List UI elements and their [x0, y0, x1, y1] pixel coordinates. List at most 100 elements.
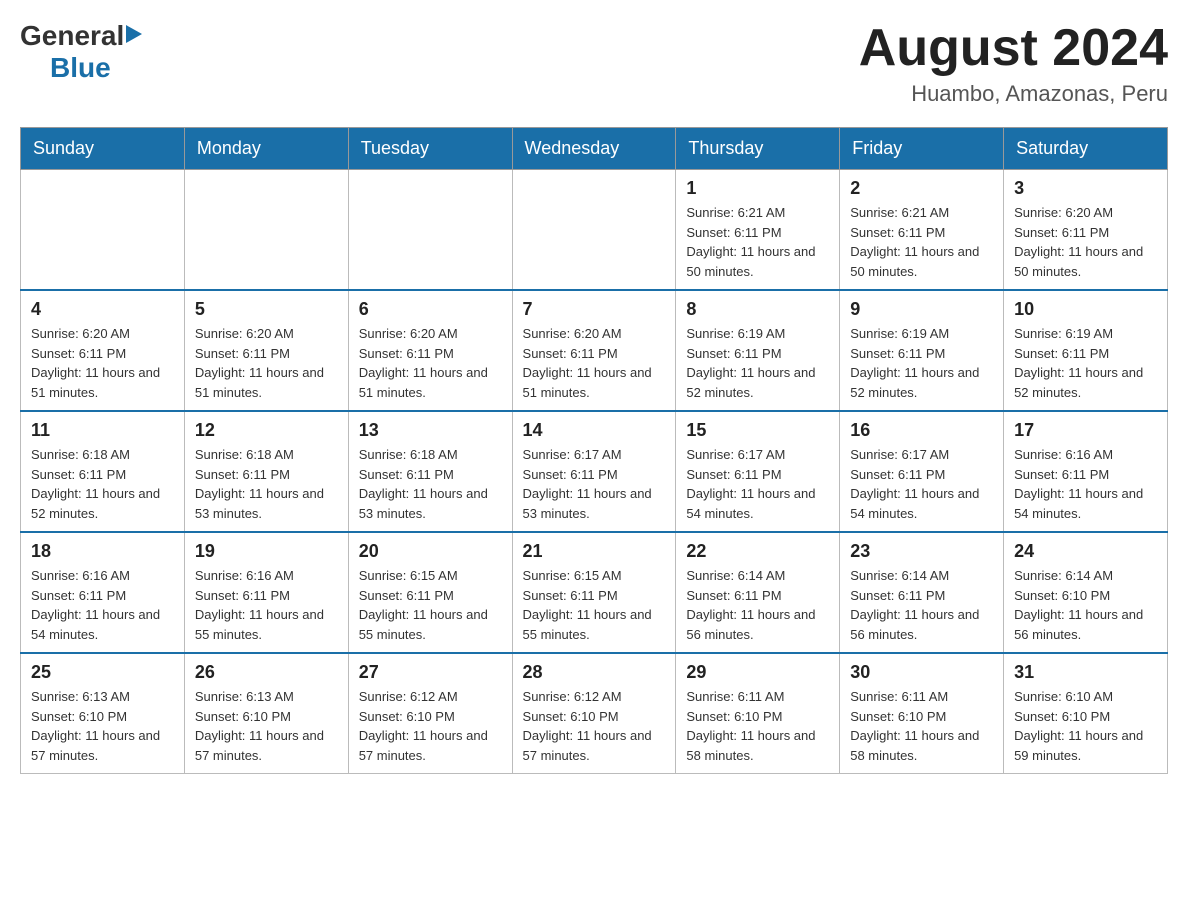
day-number: 26 — [195, 662, 338, 683]
day-number: 9 — [850, 299, 993, 320]
table-row: 22 Sunrise: 6:14 AMSunset: 6:11 PMDayligh… — [676, 532, 840, 653]
table-row: 19Sunrise: 6:16 AMSunset: 6:11 PMDayligh… — [184, 532, 348, 653]
day-number: 15 — [686, 420, 829, 441]
day-info: Sunrise: 6:15 AMSunset: 6:11 PMDaylight:… — [523, 566, 666, 644]
table-row: 2 Sunrise: 6:21 AMSunset: 6:11 PMDaylight… — [840, 170, 1004, 291]
day-number: 4 — [31, 299, 174, 320]
day-info: Sunrise: 6:14 AMSunset: 6:10 PMDaylight:… — [1014, 566, 1157, 644]
location-subtitle: Huambo, Amazonas, Peru — [859, 81, 1168, 107]
day-number: 30 — [850, 662, 993, 683]
page-header: General Blue August 2024 Huambo, Amazona… — [20, 20, 1168, 107]
day-number: 3 — [1014, 178, 1157, 199]
day-info: Sunrise: 6:20 AMSunset: 6:11 PMDaylight:… — [1014, 203, 1157, 281]
table-row: 28 Sunrise: 6:12 AMSunset: 6:10 PMDayligh… — [512, 653, 676, 774]
day-number: 2 — [850, 178, 993, 199]
day-number: 16 — [850, 420, 993, 441]
day-info: Sunrise: 6:18 AMSunset: 6:11 PMDaylight:… — [195, 445, 338, 523]
table-row — [348, 170, 512, 291]
calendar-week-row: 25 Sunrise: 6:13 AMSunset: 6:10 PMDayligh… — [21, 653, 1168, 774]
table-row — [184, 170, 348, 291]
col-thursday: Thursday — [676, 128, 840, 170]
month-year-title: August 2024 — [859, 20, 1168, 77]
table-row: 29 Sunrise: 6:11 AMSunset: 6:10 PMDayligh… — [676, 653, 840, 774]
day-info: Sunrise: 6:11 AMSunset: 6:10 PMDaylight:… — [686, 687, 829, 765]
day-info: Sunrise: 6:14 AMSunset: 6:11 PMDaylight:… — [850, 566, 993, 644]
calendar-week-row: 18 Sunrise: 6:16 AMSunset: 6:11 PMDayligh… — [21, 532, 1168, 653]
day-number: 6 — [359, 299, 502, 320]
table-row: 10Sunrise: 6:19 AMSunset: 6:11 PMDayligh… — [1004, 290, 1168, 411]
col-friday: Friday — [840, 128, 1004, 170]
logo-triangle-icon — [126, 23, 144, 45]
day-info: Sunrise: 6:16 AMSunset: 6:11 PMDaylight:… — [31, 566, 174, 644]
table-row: 27Sunrise: 6:12 AMSunset: 6:10 PMDayligh… — [348, 653, 512, 774]
col-sunday: Sunday — [21, 128, 185, 170]
day-info: Sunrise: 6:15 AMSunset: 6:11 PMDaylight:… — [359, 566, 502, 644]
day-number: 17 — [1014, 420, 1157, 441]
day-number: 11 — [31, 420, 174, 441]
table-row: 8 Sunrise: 6:19 AMSunset: 6:11 PMDaylight… — [676, 290, 840, 411]
col-saturday: Saturday — [1004, 128, 1168, 170]
table-row — [512, 170, 676, 291]
col-monday: Monday — [184, 128, 348, 170]
col-tuesday: Tuesday — [348, 128, 512, 170]
day-info: Sunrise: 6:14 AMSunset: 6:11 PMDaylight:… — [686, 566, 829, 644]
table-row: 24Sunrise: 6:14 AMSunset: 6:10 PMDayligh… — [1004, 532, 1168, 653]
table-row: 18 Sunrise: 6:16 AMSunset: 6:11 PMDayligh… — [21, 532, 185, 653]
logo: General Blue — [20, 20, 144, 84]
day-number: 27 — [359, 662, 502, 683]
table-row: 5Sunrise: 6:20 AMSunset: 6:11 PMDaylight… — [184, 290, 348, 411]
day-info: Sunrise: 6:19 AMSunset: 6:11 PMDaylight:… — [686, 324, 829, 402]
title-section: August 2024 Huambo, Amazonas, Peru — [859, 20, 1168, 107]
day-info: Sunrise: 6:20 AMSunset: 6:11 PMDaylight:… — [31, 324, 174, 402]
day-info: Sunrise: 6:13 AMSunset: 6:10 PMDaylight:… — [31, 687, 174, 765]
day-number: 1 — [686, 178, 829, 199]
table-row: 6 Sunrise: 6:20 AMSunset: 6:11 PMDaylight… — [348, 290, 512, 411]
calendar-week-row: 4 Sunrise: 6:20 AMSunset: 6:11 PMDaylight… — [21, 290, 1168, 411]
day-number: 10 — [1014, 299, 1157, 320]
day-info: Sunrise: 6:17 AMSunset: 6:11 PMDaylight:… — [523, 445, 666, 523]
table-row: 1 Sunrise: 6:21 AMSunset: 6:11 PMDaylight… — [676, 170, 840, 291]
table-row: 11 Sunrise: 6:18 AMSunset: 6:11 PMDayligh… — [21, 411, 185, 532]
day-number: 23 — [850, 541, 993, 562]
day-number: 18 — [31, 541, 174, 562]
day-info: Sunrise: 6:13 AMSunset: 6:10 PMDaylight:… — [195, 687, 338, 765]
table-row: 20 Sunrise: 6:15 AMSunset: 6:11 PMDayligh… — [348, 532, 512, 653]
day-info: Sunrise: 6:21 AMSunset: 6:11 PMDaylight:… — [850, 203, 993, 281]
day-number: 19 — [195, 541, 338, 562]
day-info: Sunrise: 6:10 AMSunset: 6:10 PMDaylight:… — [1014, 687, 1157, 765]
day-info: Sunrise: 6:20 AMSunset: 6:11 PMDaylight:… — [359, 324, 502, 402]
day-number: 12 — [195, 420, 338, 441]
day-number: 29 — [686, 662, 829, 683]
calendar-week-row: 1 Sunrise: 6:21 AMSunset: 6:11 PMDaylight… — [21, 170, 1168, 291]
table-row: 23 Sunrise: 6:14 AMSunset: 6:11 PMDayligh… — [840, 532, 1004, 653]
table-row: 15Sunrise: 6:17 AMSunset: 6:11 PMDayligh… — [676, 411, 840, 532]
table-row: 14 Sunrise: 6:17 AMSunset: 6:11 PMDayligh… — [512, 411, 676, 532]
day-number: 5 — [195, 299, 338, 320]
day-info: Sunrise: 6:12 AMSunset: 6:10 PMDaylight:… — [523, 687, 666, 765]
day-number: 22 — [686, 541, 829, 562]
day-info: Sunrise: 6:20 AMSunset: 6:11 PMDaylight:… — [523, 324, 666, 402]
day-info: Sunrise: 6:11 AMSunset: 6:10 PMDaylight:… — [850, 687, 993, 765]
calendar-header-row: Sunday Monday Tuesday Wednesday Thursday… — [21, 128, 1168, 170]
day-number: 28 — [523, 662, 666, 683]
table-row: 31 Sunrise: 6:10 AMSunset: 6:10 PMDayligh… — [1004, 653, 1168, 774]
day-number: 7 — [523, 299, 666, 320]
table-row: 7 Sunrise: 6:20 AMSunset: 6:11 PMDaylight… — [512, 290, 676, 411]
day-number: 21 — [523, 541, 666, 562]
col-wednesday: Wednesday — [512, 128, 676, 170]
table-row: 9Sunrise: 6:19 AMSunset: 6:11 PMDaylight… — [840, 290, 1004, 411]
table-row: 25 Sunrise: 6:13 AMSunset: 6:10 PMDayligh… — [21, 653, 185, 774]
day-number: 8 — [686, 299, 829, 320]
day-number: 20 — [359, 541, 502, 562]
day-info: Sunrise: 6:18 AMSunset: 6:11 PMDaylight:… — [31, 445, 174, 523]
day-info: Sunrise: 6:21 AMSunset: 6:11 PMDaylight:… — [686, 203, 829, 281]
table-row: 16Sunrise: 6:17 AMSunset: 6:11 PMDayligh… — [840, 411, 1004, 532]
day-info: Sunrise: 6:16 AMSunset: 6:11 PMDaylight:… — [1014, 445, 1157, 523]
day-number: 14 — [523, 420, 666, 441]
calendar-week-row: 11 Sunrise: 6:18 AMSunset: 6:11 PMDayligh… — [21, 411, 1168, 532]
table-row — [21, 170, 185, 291]
day-number: 25 — [31, 662, 174, 683]
table-row: 26 Sunrise: 6:13 AMSunset: 6:10 PMDayligh… — [184, 653, 348, 774]
day-number: 31 — [1014, 662, 1157, 683]
day-info: Sunrise: 6:18 AMSunset: 6:11 PMDaylight:… — [359, 445, 502, 523]
